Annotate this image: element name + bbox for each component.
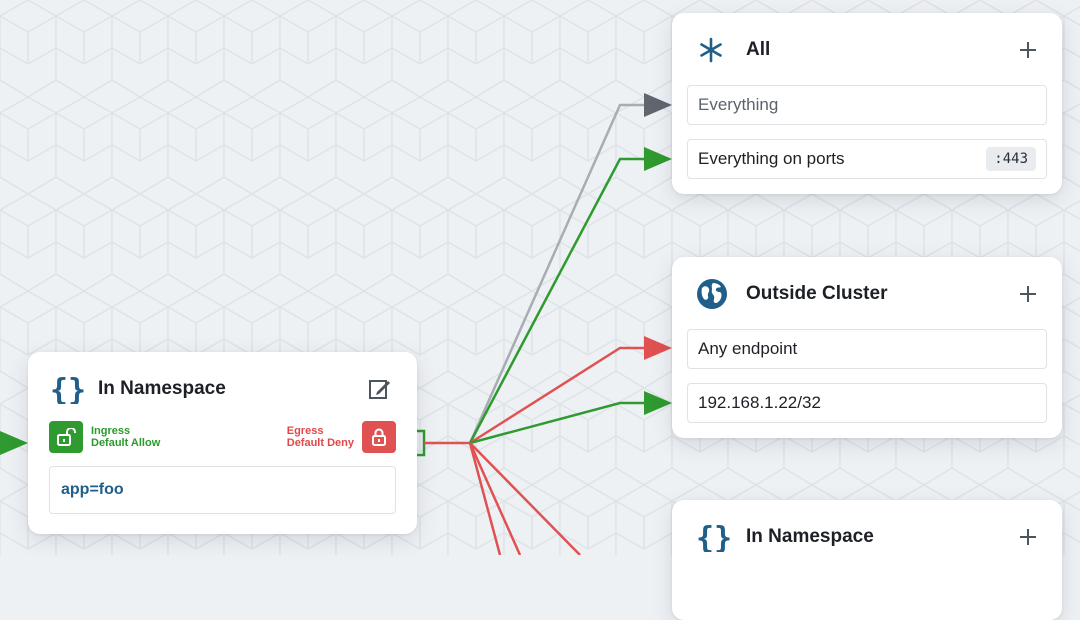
rule-any-endpoint[interactable]: Any endpoint [687, 329, 1047, 369]
braces-icon: {} [50, 374, 84, 404]
target-namespace-node[interactable]: {} In Namespace [672, 500, 1062, 620]
plus-icon[interactable] [1016, 38, 1040, 62]
target-namespace-header: {} In Namespace [696, 522, 1040, 552]
rule-any-endpoint-label: Any endpoint [698, 339, 798, 358]
rule-everything-on-ports[interactable]: Everything on ports :443 [687, 139, 1047, 179]
globe-icon [696, 279, 730, 309]
all-node-header: All [696, 35, 1040, 65]
egress-label: Egress [286, 425, 324, 437]
unlocked-icon[interactable] [49, 421, 83, 453]
braces-icon: {} [696, 522, 730, 552]
rule-everything-label: Everything [698, 95, 779, 114]
svg-text:{}: {} [696, 522, 730, 552]
edit-icon[interactable] [367, 376, 393, 402]
rule-everything[interactable]: Everything [687, 85, 1047, 125]
ingress-default-label: Default Allow [91, 437, 161, 449]
source-node-header: {} In Namespace [50, 374, 393, 404]
plus-icon[interactable] [1016, 525, 1040, 549]
ingress-label: Ingress [91, 425, 131, 437]
all-node-title: All [746, 39, 771, 60]
outside-cluster-header: Outside Cluster [696, 279, 1040, 309]
rule-everything-on-ports-label: Everything on ports [698, 149, 845, 168]
rule-ip-block-label: 192.168.1.22/32 [698, 393, 821, 412]
egress-policy-label: Egress Default Deny [287, 425, 354, 449]
source-node-title: In Namespace [98, 378, 226, 399]
rule-ip-block[interactable]: 192.168.1.22/32 [687, 383, 1047, 423]
plus-icon[interactable] [1016, 282, 1040, 306]
target-namespace-title: In Namespace [746, 526, 874, 547]
port-badge: :443 [986, 147, 1036, 171]
asterisk-icon [696, 35, 730, 65]
target-outside-cluster-node[interactable]: Outside Cluster Any endpoint 192.168.1.2… [672, 257, 1062, 438]
pod-selector-label[interactable]: app=foo [49, 466, 396, 514]
default-policy-row: Ingress Default Allow Egress Default Den… [49, 420, 396, 454]
locked-icon[interactable] [362, 421, 396, 453]
svg-text:{}: {} [50, 374, 84, 404]
target-all-node[interactable]: All Everything Everything on ports :443 [672, 13, 1062, 194]
ingress-policy-label: Ingress Default Allow [91, 425, 160, 449]
egress-default-label: Default Deny [286, 437, 354, 449]
outside-cluster-title: Outside Cluster [746, 283, 888, 304]
source-namespace-node[interactable]: {} In Namespace Ingress Default Allow Eg… [28, 352, 417, 534]
